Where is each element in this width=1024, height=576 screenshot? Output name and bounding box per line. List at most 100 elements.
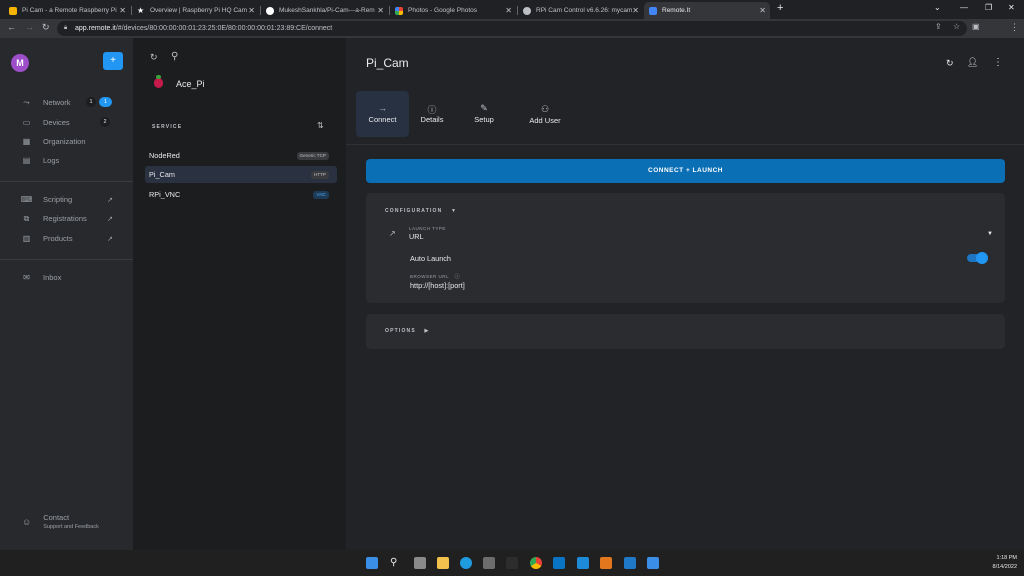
auto-launch-toggle[interactable] (967, 252, 988, 264)
service-item-pi-cam[interactable]: Pi_Cam HTTP (145, 166, 337, 183)
organization-icon: ▦ (22, 137, 31, 146)
service-name: Pi_Cam (149, 170, 175, 179)
taskbar-search-icon[interactable]: ⚲ (390, 557, 402, 569)
nav-label: Devices (43, 118, 70, 127)
browser-tab-1[interactable]: Pi Cam - a Remote Raspberry Pi ✕ (4, 2, 130, 19)
external-link-icon: ↗ (107, 197, 113, 204)
windows-start-icon[interactable] (366, 557, 378, 569)
dropdown-arrow-icon: ▼ (987, 231, 993, 237)
browser-url-value[interactable]: http://[host]:[port] (410, 281, 465, 290)
clock[interactable]: 1:18 PM 8/14/2022 (985, 555, 1017, 570)
close-window-icon[interactable]: ✕ (1008, 3, 1015, 12)
tab-search-icon[interactable]: ⌄ (934, 3, 941, 12)
app-icon[interactable] (553, 557, 565, 569)
nav-item-inbox[interactable]: ✉ Inbox (22, 273, 61, 282)
side-panel-icon[interactable]: ▣ (972, 22, 980, 31)
tab-connect[interactable]: → Connect (356, 91, 409, 137)
add-device-button[interactable]: + (103, 52, 123, 70)
nav-label: Registrations (43, 214, 87, 223)
back-icon[interactable]: ← (7, 22, 16, 32)
refresh-icon[interactable]: ↻ (150, 52, 158, 63)
options-header-label: OPTIONS (385, 328, 416, 334)
browser-tab-4[interactable]: Photos - Google Photos ✕ (390, 2, 516, 19)
nav-item-devices[interactable]: ▭ Devices (22, 118, 70, 127)
nav-item-registrations[interactable]: ⧉ Registrations (22, 213, 87, 224)
remoteit-favicon-icon (649, 6, 657, 15)
help-icon[interactable]: ⓘ (455, 274, 461, 280)
nav-item-organization[interactable]: ▦ Organization (22, 137, 86, 146)
browser-tab-3[interactable]: MukeshSankhla/Pi-Cam---a-Rem ✕ (261, 2, 388, 19)
vscode-icon[interactable] (577, 557, 589, 569)
close-tab-icon[interactable]: ✕ (119, 6, 126, 15)
user-avatar[interactable]: M (11, 54, 29, 72)
github-favicon-icon (266, 6, 274, 15)
refresh-service-icon[interactable]: ↻ (946, 58, 954, 69)
tab-label: Add User (529, 116, 561, 125)
browser-tab-6-active[interactable]: Remote.It ✕ (644, 2, 770, 19)
chrome-icon[interactable] (530, 557, 542, 569)
logs-icon: ▤ (22, 156, 31, 165)
url-path: /#/devices/80:00:00:00:01:23:25:0E/80:00… (115, 25, 333, 32)
service-type-tag: Generic TCP (296, 152, 329, 160)
nav-item-network[interactable]: ⤳ Network (22, 97, 70, 108)
forward-icon[interactable]: → (25, 22, 34, 32)
search-icon[interactable]: ⚲ (171, 51, 178, 62)
browser-tab-5[interactable]: RPi Cam Control v6.6.26: mycam ✕ (518, 2, 643, 19)
device-name: Ace_Pi (176, 79, 205, 89)
notepad-icon[interactable] (647, 557, 659, 569)
raspberry-leaf (156, 75, 161, 79)
network-icon: ⤳ (23, 97, 30, 107)
tab-title: Overview | Raspberry Pi HQ Cam (150, 7, 248, 14)
tab-label: Setup (474, 115, 494, 124)
task-view-icon[interactable] (414, 557, 426, 569)
service-item-rpi-vnc[interactable]: RPi_VNC VNC (145, 186, 337, 203)
minimize-icon[interactable]: — (960, 3, 968, 12)
options-header[interactable]: OPTIONS ▶ (385, 328, 430, 334)
vnc-icon[interactable] (624, 557, 636, 569)
tab-setup[interactable]: ✎ Setup (459, 91, 509, 137)
launch-type-select[interactable]: LAUNCH TYPE URL ▼ (409, 226, 993, 241)
sort-icon[interactable]: ⇅ (317, 121, 324, 130)
arrow-right-icon: → (378, 103, 387, 113)
add-user-icon[interactable]: 👤︎ (967, 57, 978, 68)
more-options-icon[interactable]: ⋮ (993, 57, 1003, 68)
configuration-panel: CONFIGURATION ▼ ↗ LAUNCH TYPE URL ▼ Auto… (366, 193, 1005, 303)
tab-details[interactable]: ⓘ Details (407, 91, 457, 137)
device-services-panel: ↻ ⚲ Ace_Pi SERVICE ⇅ NodeRed Generic TCP… (133, 38, 346, 550)
configuration-header[interactable]: CONFIGURATION ▼ (385, 208, 457, 214)
browser-tab-strip: Pi Cam - a Remote Raspberry Pi ✕ ★ Overv… (0, 0, 1024, 19)
close-tab-icon[interactable]: ✕ (377, 6, 384, 15)
close-tab-icon[interactable]: ✕ (505, 6, 512, 15)
service-name: NodeRed (149, 151, 180, 160)
app-icon[interactable] (600, 557, 612, 569)
close-tab-icon[interactable]: ✕ (632, 6, 639, 15)
share-icon[interactable]: ⇪ (935, 22, 942, 31)
restore-icon[interactable]: ❐ (985, 3, 992, 12)
nav-label: Inbox (43, 273, 62, 282)
contact-link[interactable]: ☺ Contact Support and Feedback (22, 513, 99, 530)
reload-icon[interactable]: ↻ (42, 22, 50, 33)
service-item-nodered[interactable]: NodeRed Generic TCP (145, 147, 337, 164)
edge-icon[interactable] (460, 557, 472, 569)
browser-menu-icon[interactable]: ⋮ (1010, 22, 1019, 33)
nav-item-logs[interactable]: ▤ Logs (22, 156, 60, 165)
tab-title: MukeshSankhla/Pi-Cam---a-Rem (279, 7, 375, 14)
close-tab-icon[interactable]: ✕ (248, 6, 255, 15)
bookmark-star-icon[interactable]: ☆ (953, 22, 960, 31)
browser-tab-2[interactable]: ★ Overview | Raspberry Pi HQ Cam ✕ (132, 2, 259, 19)
registrations-icon: ⧉ (23, 213, 30, 223)
address-bar[interactable]: 🔒︎ app.remote.it/#/devices/80:00:00:00:0… (57, 21, 967, 36)
close-tab-icon[interactable]: ✕ (759, 6, 766, 15)
app-icon[interactable] (506, 557, 518, 569)
options-panel[interactable]: OPTIONS ▶ (366, 314, 1005, 349)
raspberry-favicon-icon: ★ (137, 5, 145, 15)
network-new-badge: 1 (99, 97, 112, 107)
connect-launch-button[interactable]: CONNECT + LAUNCH (366, 159, 1005, 183)
new-tab-button[interactable]: + (777, 2, 783, 14)
nav-item-products[interactable]: ▥ Products (22, 234, 73, 243)
tab-add-user[interactable]: ⚇ Add User (518, 91, 572, 137)
file-explorer-icon[interactable] (437, 557, 449, 569)
service-header: SERVICE (152, 124, 183, 130)
store-icon[interactable] (483, 557, 495, 569)
nav-item-scripting[interactable]: ⌨ Scripting (21, 195, 133, 204)
